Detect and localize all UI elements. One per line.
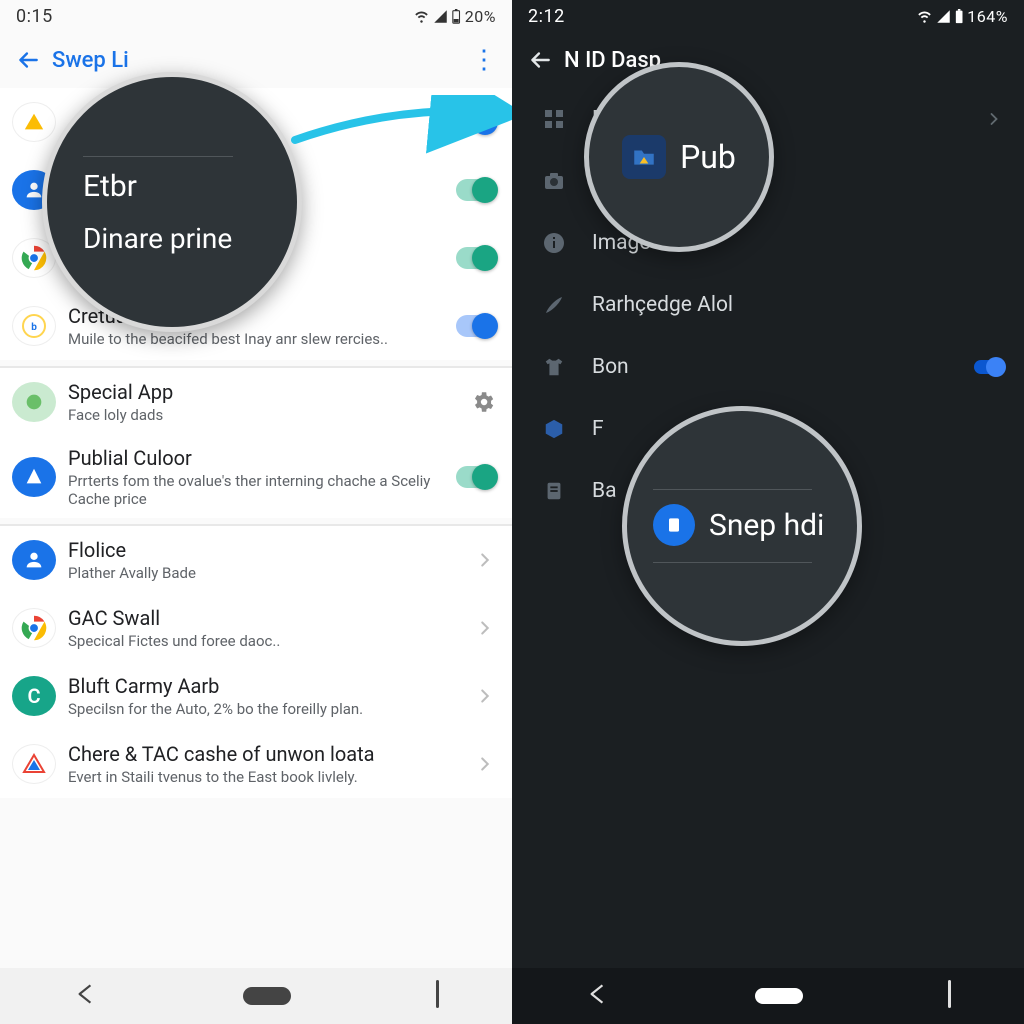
status-indicators: 164% xyxy=(917,7,1008,26)
battery-icon xyxy=(955,9,963,24)
app-icon: b xyxy=(12,306,56,346)
chevron-right-icon xyxy=(964,109,1004,129)
list-item[interactable]: Flolice Plather Avally Bade xyxy=(0,526,512,594)
item-title: Rarhçedge Alol xyxy=(592,293,1004,317)
magnifier-callout-top: Pub xyxy=(584,62,774,252)
nav-home-button[interactable] xyxy=(755,988,803,1004)
signal-icon xyxy=(936,9,951,24)
list-item[interactable]: b Cretual Neo Muile to the beacifed best… xyxy=(0,292,512,360)
brush-icon xyxy=(532,285,576,325)
toggle-switch[interactable] xyxy=(456,466,496,488)
item-title: Special App xyxy=(68,380,440,404)
nav-back-button[interactable] xyxy=(72,981,98,1011)
appbar-left: Swep Li ⋮ xyxy=(0,32,512,88)
list-item[interactable]: Chere & TAC cashe of unwon loata Evert i… xyxy=(0,730,512,798)
chevron-right-icon xyxy=(440,549,496,571)
nav-recent-icon xyxy=(948,980,952,1008)
item-sub: Plather Avally Bade xyxy=(68,564,440,582)
magnifier-callout-bottom: Snep hdi xyxy=(622,406,862,646)
item-title: Publial Culoor xyxy=(68,446,440,470)
nav-back-icon xyxy=(72,981,98,1007)
chrome-icon xyxy=(12,608,56,648)
back-button[interactable] xyxy=(8,40,48,80)
camera-icon xyxy=(532,161,576,201)
list-item[interactable]: Publial Culoor Prrterts fom the ovalue's… xyxy=(0,436,512,518)
list-item[interactable]: C Bluft Carmy Aarb Specilsn for the Auto… xyxy=(0,662,512,730)
toggle-switch[interactable] xyxy=(974,360,1004,374)
status-time: 0:15 xyxy=(16,6,53,27)
arrow-left-icon xyxy=(15,47,41,73)
callout-line2: Dinare prine xyxy=(83,222,232,255)
item-title: Bon xyxy=(592,355,964,379)
item-sub: Evert in Staili tvenus to the East book … xyxy=(68,768,440,786)
app-icon xyxy=(12,382,56,422)
nav-recent-button[interactable] xyxy=(436,980,440,1012)
list-item[interactable]: Rarhçedge Alol xyxy=(512,274,1024,336)
battery-pct: 20% xyxy=(465,7,496,26)
callout-text: Snep hdi xyxy=(709,508,824,543)
toggle-switch[interactable] xyxy=(456,247,496,269)
item-title: Bluft Carmy Aarb xyxy=(68,674,440,698)
wifi-icon xyxy=(917,9,932,24)
item-sub: Face loly dads xyxy=(68,406,440,424)
wifi-icon xyxy=(414,9,429,24)
shirt-icon xyxy=(532,347,576,387)
nav-home-button[interactable] xyxy=(243,987,291,1005)
arrow-left-icon xyxy=(527,47,553,73)
nav-back-icon xyxy=(584,981,610,1007)
page-title: Swep Li xyxy=(48,48,464,73)
grid-icon xyxy=(532,99,576,139)
app-icon xyxy=(12,744,56,784)
dark-pane: 2:12 164% N ID Dasp Pub xyxy=(512,0,1024,1024)
contacts-icon xyxy=(12,540,56,580)
item-sub: Specilsn for the Auto, 2% bo the foreill… xyxy=(68,700,440,718)
battery-pct: 164% xyxy=(967,7,1008,26)
app-icon xyxy=(653,504,695,546)
status-indicators: 20% xyxy=(414,7,496,26)
cube-icon xyxy=(532,409,576,449)
back-button[interactable] xyxy=(520,40,560,80)
status-time: 2:12 xyxy=(528,6,565,27)
signal-icon xyxy=(433,9,448,24)
note-icon xyxy=(532,471,576,511)
nav-back-button[interactable] xyxy=(584,981,610,1011)
callout-line1: Etbr xyxy=(83,169,137,204)
folder-icon xyxy=(622,135,666,179)
navbar-left xyxy=(0,968,512,1024)
overflow-menu-button[interactable]: ⋮ xyxy=(464,45,504,75)
item-title: Flolice xyxy=(68,538,440,562)
toggle-switch[interactable] xyxy=(456,315,496,337)
app-icon xyxy=(12,102,56,142)
item-sub: Prrterts fom the ovalue's ther interning… xyxy=(68,472,440,508)
item-title: Chere & TAC cashe of unwon loata xyxy=(68,742,440,766)
light-pane: 0:15 20% Swep Li ⋮ xyxy=(0,0,512,1024)
battery-icon xyxy=(452,9,460,24)
page-title: N ID Dasp xyxy=(560,48,1016,73)
list-item[interactable]: GAC Swall Specical Fictes und foree daoc… xyxy=(0,594,512,662)
svg-text:b: b xyxy=(31,322,37,333)
nav-recent-button[interactable] xyxy=(948,980,952,1012)
list-item[interactable]: Bon xyxy=(512,336,1024,398)
chevron-right-icon xyxy=(440,753,496,775)
appbar-right: N ID Dasp xyxy=(512,32,1024,88)
app-icon: C xyxy=(12,676,56,716)
item-title: GAC Swall xyxy=(68,606,440,630)
list-item[interactable]: Image Tolo xyxy=(512,212,1024,274)
chevron-right-icon xyxy=(440,617,496,639)
magnifier-callout-left: Etbr Dinare prine xyxy=(42,72,302,332)
navbar-right xyxy=(512,968,1024,1024)
toggle-switch[interactable] xyxy=(456,179,496,201)
statusbar-right: 2:12 164% xyxy=(512,0,1024,32)
chevron-right-icon xyxy=(440,685,496,707)
statusbar-left: 0:15 20% xyxy=(0,0,512,32)
list-item[interactable]: Special App Face loly dads xyxy=(0,368,512,436)
app-icon xyxy=(12,457,56,497)
callout-text: Pub xyxy=(680,138,736,176)
item-sub: Specical Fictes und foree daoc.. xyxy=(68,632,440,650)
arrow-icon xyxy=(290,95,512,155)
item-sub: Muile to the beacifed best Inay anr slew… xyxy=(68,330,440,348)
gear-icon[interactable] xyxy=(440,389,496,415)
info-icon xyxy=(532,223,576,263)
nav-recent-icon xyxy=(436,980,440,1008)
